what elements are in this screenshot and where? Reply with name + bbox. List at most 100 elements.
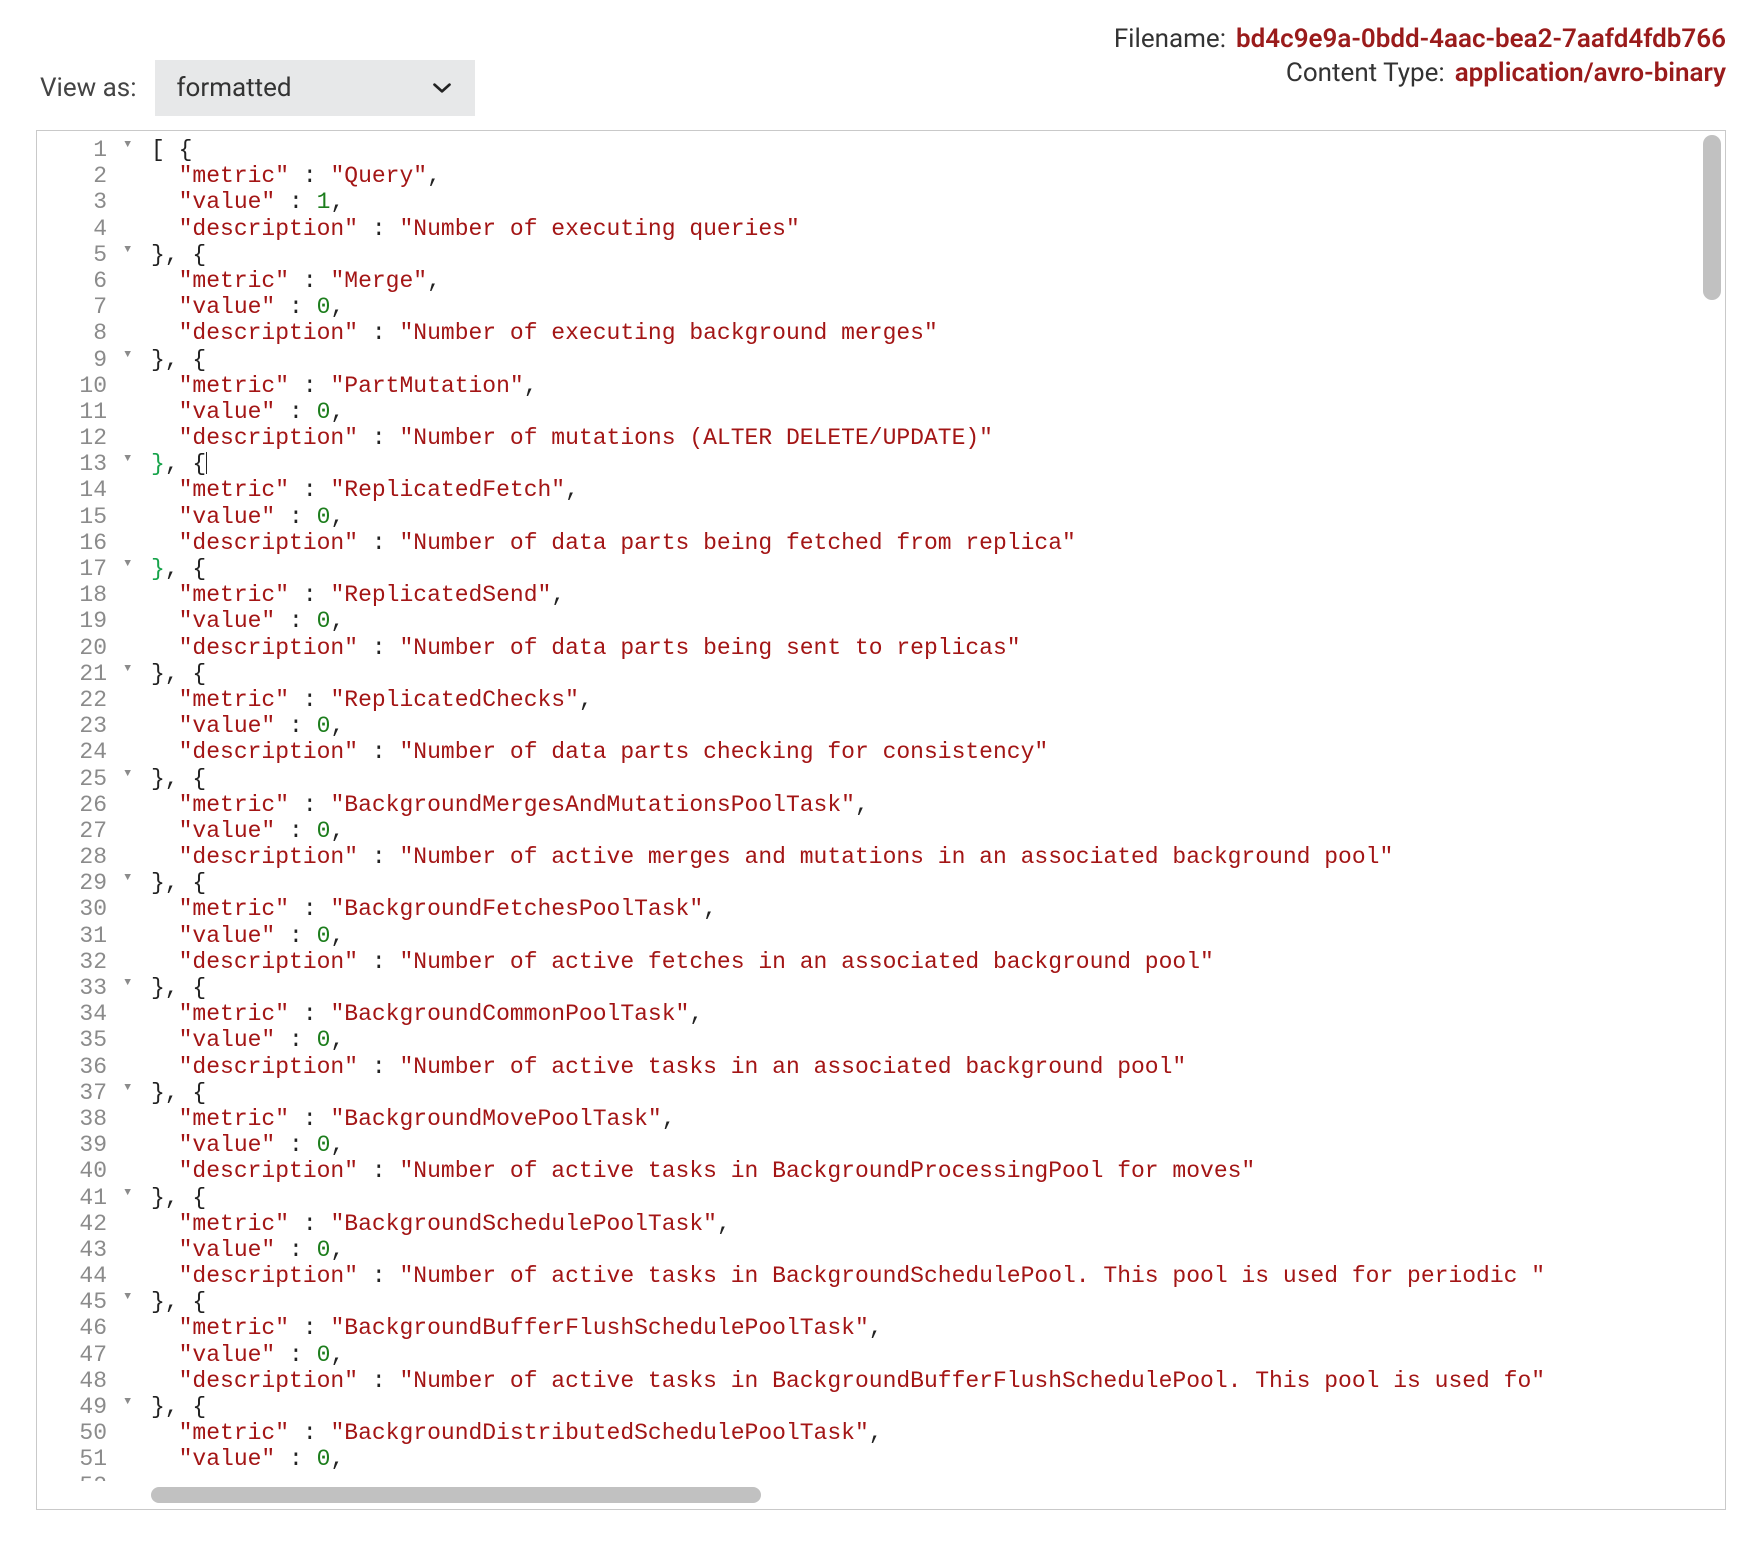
code-line[interactable]: "value" : 0, — [151, 1446, 1725, 1472]
line-number: 26 — [37, 792, 135, 818]
code-line[interactable]: "metric" : "BackgroundSchedulePoolTask", — [151, 1211, 1725, 1237]
code-line[interactable]: "metric" : "ReplicatedFetch", — [151, 477, 1725, 503]
code-line[interactable]: "metric" : "ReplicatedChecks", — [151, 687, 1725, 713]
code-line[interactable]: }, { — [151, 242, 1725, 268]
code-line[interactable]: "description" : "Number of data parts be… — [151, 635, 1725, 661]
code-line[interactable]: "description" : "Number of active tasks … — [151, 1368, 1725, 1394]
line-number: 33 — [37, 975, 135, 1001]
horizontal-scrollbar-thumb[interactable] — [151, 1487, 761, 1503]
line-number: 21 — [37, 661, 135, 687]
line-number: 29 — [37, 870, 135, 896]
code-line[interactable]: }, { — [151, 1394, 1725, 1420]
line-number: 32 — [37, 949, 135, 975]
code-line[interactable]: }, { — [151, 766, 1725, 792]
code-line[interactable]: }, { — [151, 556, 1725, 582]
line-number: 19 — [37, 608, 135, 634]
line-number: 38 — [37, 1106, 135, 1132]
line-number: 49 — [37, 1394, 135, 1420]
code-line[interactable]: "metric" : "ReplicatedSend", — [151, 582, 1725, 608]
code-line[interactable]: "metric" : "BackgroundDistributedSchedul… — [151, 1420, 1725, 1446]
code-line[interactable]: "metric" : "Query", — [151, 163, 1725, 189]
content-type-value: application/avro-binary — [1455, 58, 1726, 88]
filename-row: Filename: bd4c9e9a-0bdd-4aac-bea2-7aafd4… — [1114, 24, 1726, 54]
code-line[interactable]: "value" : 0, — [151, 923, 1725, 949]
line-number: 44 — [37, 1263, 135, 1289]
code-line[interactable]: }, { — [151, 1289, 1725, 1315]
line-number: 3 — [37, 189, 135, 215]
content-type-row: Content Type: application/avro-binary — [1286, 58, 1726, 88]
code-line[interactable]: [ { — [151, 137, 1725, 163]
code-line[interactable]: "description" : "Number of executing que… — [151, 216, 1725, 242]
code-line[interactable]: "value" : 0, — [151, 1132, 1725, 1158]
code-line[interactable]: }, { — [151, 661, 1725, 687]
line-number: 12 — [37, 425, 135, 451]
code-line[interactable]: "metric" : "BackgroundMergesAndMutations… — [151, 792, 1725, 818]
code-line[interactable]: "description" : "Number of active fetche… — [151, 949, 1725, 975]
code-line[interactable]: "metric" : "BackgroundBufferFlushSchedul… — [151, 1315, 1725, 1341]
line-number: 51 — [37, 1446, 135, 1472]
vertical-scrollbar-thumb[interactable] — [1703, 135, 1721, 300]
code-line[interactable]: }, { — [151, 870, 1725, 896]
line-number: 40 — [37, 1158, 135, 1184]
code-line[interactable]: "value" : 0, — [151, 1342, 1725, 1368]
code-line[interactable]: "value" : 0, — [151, 818, 1725, 844]
code-line[interactable]: "description" : "Number of active tasks … — [151, 1158, 1725, 1184]
line-number: 20 — [37, 635, 135, 661]
line-number: 48 — [37, 1368, 135, 1394]
vertical-scrollbar[interactable] — [1703, 135, 1721, 1481]
code-line[interactable] — [151, 1473, 1725, 1481]
line-number: 14 — [37, 477, 135, 503]
line-number: 43 — [37, 1237, 135, 1263]
horizontal-scrollbar[interactable] — [151, 1487, 1705, 1503]
header-bar: View as: formatted Filename: bd4c9e9a-0b… — [0, 24, 1762, 130]
code-line[interactable]: "value" : 1, — [151, 189, 1725, 215]
line-number: 46 — [37, 1315, 135, 1341]
line-number: 18 — [37, 582, 135, 608]
code-line[interactable]: "value" : 0, — [151, 399, 1725, 425]
code-line[interactable]: "description" : "Number of data parts be… — [151, 530, 1725, 556]
line-number: 45 — [37, 1289, 135, 1315]
code-line[interactable]: "description" : "Number of executing bac… — [151, 320, 1725, 346]
code-line[interactable]: }, { — [151, 1080, 1725, 1106]
code-line[interactable]: "value" : 0, — [151, 1237, 1725, 1263]
code-line[interactable]: }, { — [151, 975, 1725, 1001]
code-content[interactable]: [ { "metric" : "Query", "value" : 1, "de… — [151, 131, 1725, 1481]
view-as-select[interactable]: formatted — [155, 60, 475, 116]
code-line[interactable]: "value" : 0, — [151, 713, 1725, 739]
code-line[interactable]: "value" : 0, — [151, 608, 1725, 634]
content-type-label: Content Type: — [1286, 58, 1445, 88]
line-number: 8 — [37, 320, 135, 346]
code-line[interactable]: "metric" : "BackgroundFetchesPoolTask", — [151, 896, 1725, 922]
code-line[interactable]: "metric" : "Merge", — [151, 268, 1725, 294]
line-number: 52 — [37, 1473, 135, 1481]
code-line[interactable]: "metric" : "BackgroundCommonPoolTask", — [151, 1001, 1725, 1027]
line-number: 7 — [37, 294, 135, 320]
code-line[interactable]: "metric" : "BackgroundMovePoolTask", — [151, 1106, 1725, 1132]
code-line[interactable]: "value" : 0, — [151, 1027, 1725, 1053]
line-number: 39 — [37, 1132, 135, 1158]
view-as-value: formatted — [177, 73, 292, 103]
code-line[interactable]: }, { — [151, 347, 1725, 373]
code-line[interactable]: }, { — [151, 1185, 1725, 1211]
code-line[interactable]: "value" : 0, — [151, 294, 1725, 320]
line-number: 23 — [37, 713, 135, 739]
chevron-down-icon — [431, 77, 453, 99]
code-line[interactable]: "description" : "Number of active merges… — [151, 844, 1725, 870]
filename-value: bd4c9e9a-0bdd-4aac-bea2-7aafd4fdb766 — [1236, 24, 1726, 54]
line-number: 17 — [37, 556, 135, 582]
line-number: 24 — [37, 739, 135, 765]
line-number: 16 — [37, 530, 135, 556]
line-number: 47 — [37, 1342, 135, 1368]
code-line[interactable]: "description" : "Number of active tasks … — [151, 1263, 1725, 1289]
code-line[interactable]: "description" : "Number of mutations (AL… — [151, 425, 1725, 451]
code-line[interactable]: "description" : "Number of active tasks … — [151, 1054, 1725, 1080]
code-line[interactable]: "metric" : "PartMutation", — [151, 373, 1725, 399]
line-number: 25 — [37, 766, 135, 792]
code-line[interactable]: "value" : 0, — [151, 504, 1725, 530]
code-editor[interactable]: 1234567891011121314151617181920212223242… — [36, 130, 1726, 1510]
code-line[interactable]: }, { — [151, 451, 1725, 477]
line-number: 27 — [37, 818, 135, 844]
code-line[interactable]: "description" : "Number of data parts ch… — [151, 739, 1725, 765]
view-as-label: View as: — [40, 73, 137, 103]
line-number: 5 — [37, 242, 135, 268]
